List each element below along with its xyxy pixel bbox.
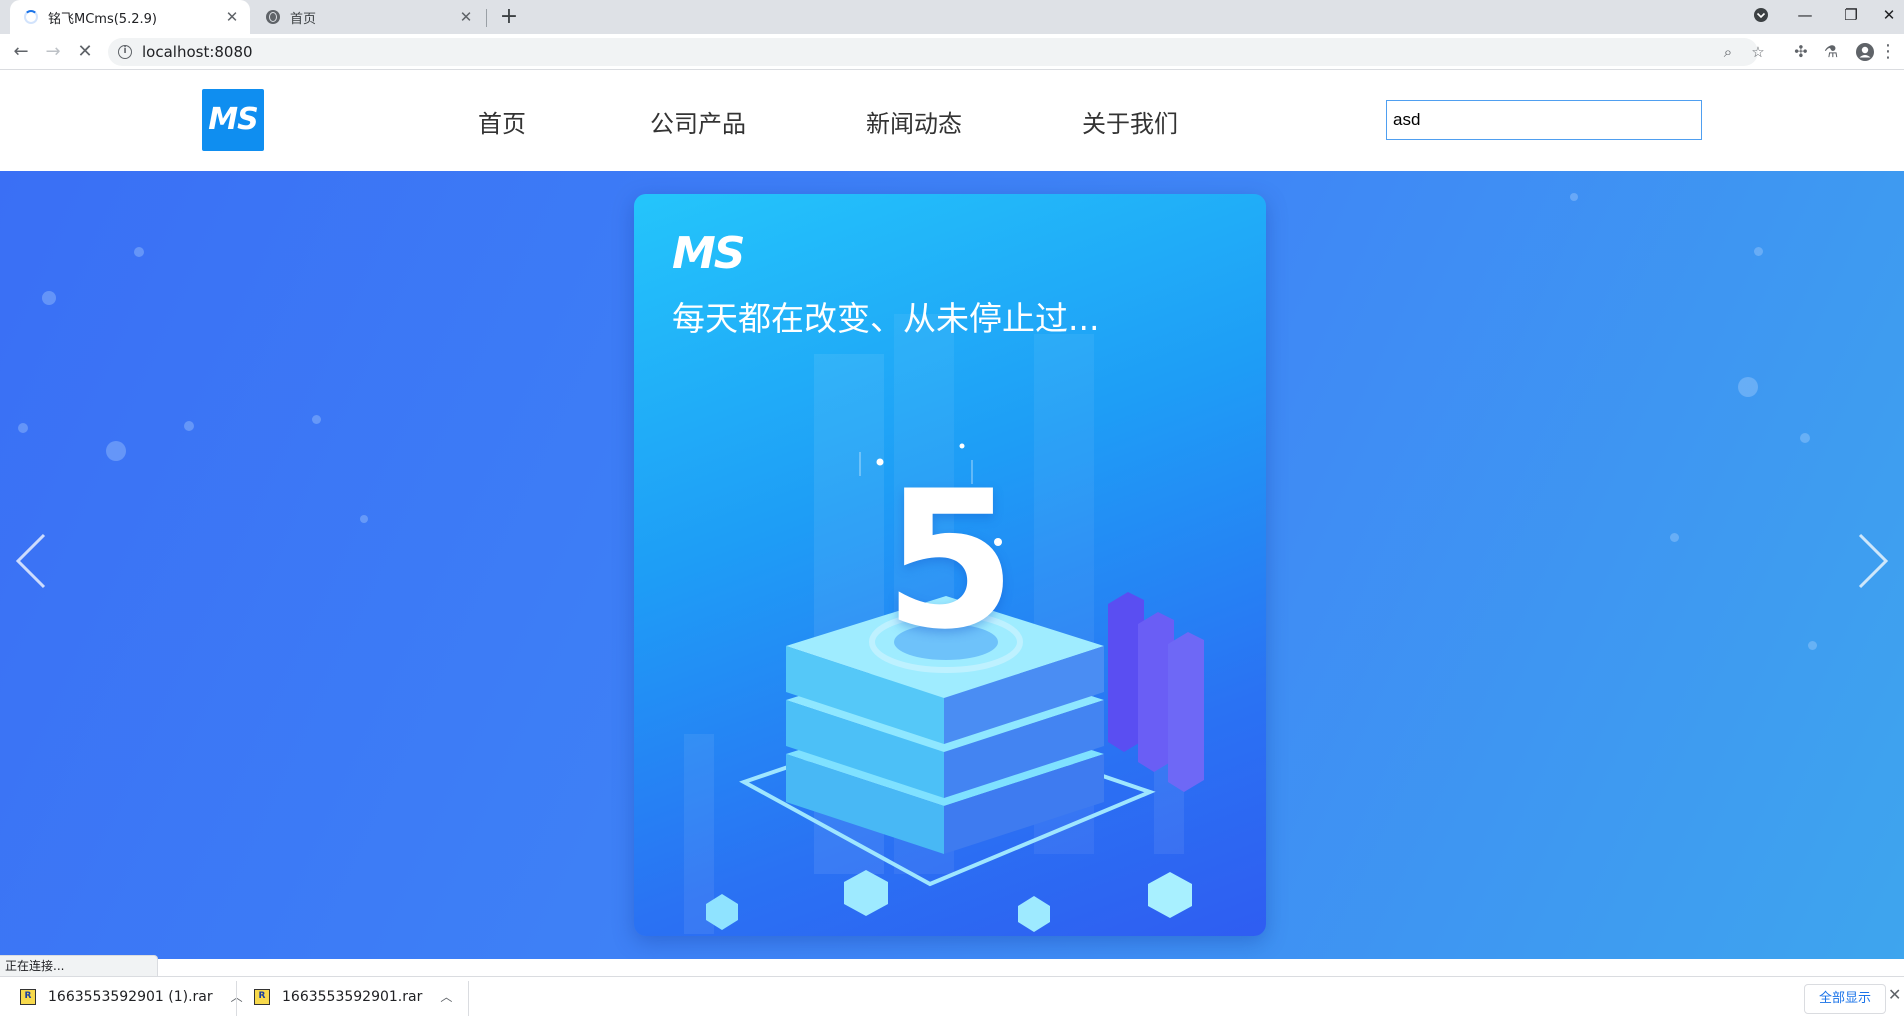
tab-mcms[interactable]: 铭飞MCms(5.2.9) ✕ — [10, 0, 250, 34]
download-divider — [236, 981, 237, 1016]
extensions-puzzle-icon[interactable]: ✣ — [1786, 37, 1816, 67]
zoom-icon[interactable]: ⌕ — [1718, 42, 1738, 62]
lab-flask-icon[interactable]: ⚗ — [1816, 37, 1846, 67]
browser-tab-strip: 铭飞MCms(5.2.9) ✕ 首页 ✕ + — ❐ ✕ — [0, 0, 1904, 34]
decor-dot — [360, 515, 368, 523]
banner-carousel: MS 每天都在改变、从未停止过... 5 — [0, 171, 1904, 959]
loading-spinner-icon — [24, 10, 38, 24]
close-tab-icon[interactable]: ✕ — [220, 8, 244, 26]
download-item[interactable]: R 1663553592901.rar ︿ — [254, 977, 452, 1016]
browser-toolbar: ← → ✕ i localhost:8080 ⌕ ☆ ✣ ⚗ ⋮ — [0, 34, 1904, 70]
decor-dot — [1738, 377, 1758, 397]
url-text[interactable]: localhost:8080 — [142, 38, 253, 66]
tab-title: 首页 — [290, 11, 317, 27]
site-logo[interactable]: MS — [202, 89, 264, 151]
decor-dot — [106, 441, 126, 461]
forward-button[interactable]: → — [38, 37, 68, 67]
rar-file-icon: R — [254, 988, 270, 1005]
back-button[interactable]: ← — [6, 37, 36, 67]
chevron-up-icon[interactable]: ︿ — [440, 988, 452, 1005]
tab-home[interactable]: 首页 ✕ — [254, 0, 484, 34]
decor-dot — [1570, 193, 1578, 201]
nav-products[interactable]: 公司产品 — [650, 104, 746, 139]
close-window-button[interactable]: ✕ — [1866, 0, 1904, 30]
download-filename: 1663553592901 (1).rar — [48, 988, 213, 1005]
carousel-prev-arrow-icon[interactable] — [12, 531, 52, 591]
rar-file-icon: R — [20, 988, 36, 1005]
globe-icon — [266, 10, 280, 24]
site-header: MS 首页 公司产品 新闻动态 关于我们 — [0, 71, 1904, 171]
bookmark-star-icon[interactable]: ☆ — [1748, 42, 1768, 62]
show-all-downloads-button[interactable]: 全部显示 — [1804, 984, 1887, 1014]
nav-home[interactable]: 首页 — [478, 104, 526, 139]
download-shelf: R 1663553592901 (1).rar ︿ R 166355359290… — [0, 976, 1904, 1016]
decor-dot — [1670, 533, 1679, 542]
minimize-button[interactable]: — — [1782, 0, 1828, 30]
close-download-shelf-icon[interactable]: ✕ — [1888, 985, 1901, 1004]
decor-dot — [1754, 247, 1763, 256]
tab-search-icon[interactable] — [1738, 0, 1784, 30]
poster-version-number: 5 — [884, 450, 1017, 671]
decor-dot — [1800, 433, 1810, 443]
nav-about[interactable]: 关于我们 — [1082, 104, 1178, 139]
site-info-icon[interactable]: i — [118, 45, 132, 59]
search-input[interactable] — [1386, 100, 1702, 140]
decor-dot — [312, 415, 321, 424]
decor-dot — [184, 421, 194, 431]
banner-poster[interactable]: MS 每天都在改变、从未停止过... 5 — [634, 194, 1266, 936]
tab-title: 铭飞MCms(5.2.9) — [48, 11, 157, 27]
download-filename: 1663553592901.rar — [282, 988, 423, 1005]
nav-news[interactable]: 新闻动态 — [866, 104, 962, 139]
download-divider — [468, 981, 469, 1016]
browser-menu-icon[interactable]: ⋮ — [1878, 37, 1898, 67]
stop-loading-button[interactable]: ✕ — [70, 37, 100, 67]
close-tab-icon[interactable]: ✕ — [454, 8, 478, 26]
decor-dot — [1808, 641, 1817, 650]
decor-dot — [42, 291, 56, 305]
profile-avatar-icon[interactable] — [1850, 37, 1880, 67]
browser-status-text: 正在连接... — [0, 955, 158, 977]
new-tab-button[interactable]: + — [496, 4, 522, 30]
decor-dot — [134, 247, 144, 257]
address-bar[interactable]: i localhost:8080 ⌕ ☆ — [108, 38, 1765, 66]
carousel-next-arrow-icon[interactable] — [1852, 531, 1892, 591]
decor-dot — [18, 423, 28, 433]
download-item[interactable]: R 1663553592901 (1).rar ︿ — [20, 977, 243, 1016]
tab-divider — [486, 9, 487, 27]
